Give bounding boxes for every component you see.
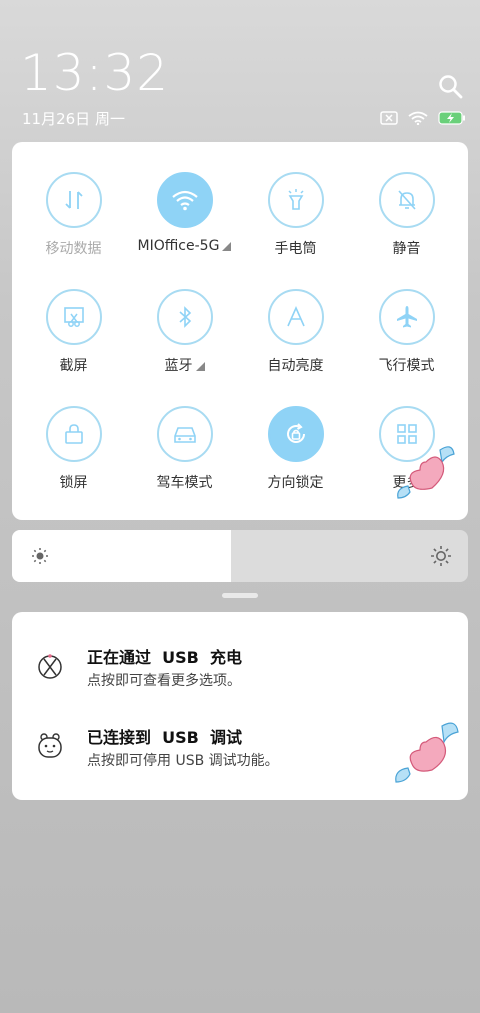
notification-usb-charging[interactable]: 正在通过 USB 充电 点按即可查看更多选项。 [12,644,468,714]
tile-label: 锁屏 [59,475,88,491]
menu-triangle-icon[interactable] [222,242,232,251]
tile-label: 蓝牙 [164,358,193,374]
notification-subtitle: 点按即可查看更多选项。 [87,673,241,689]
tile-rotation-lock[interactable]: 方向锁定 [240,406,351,516]
tile-driving-mode[interactable]: 驾车模式 [129,406,240,516]
flashlight-icon [267,172,324,228]
brightness-slider[interactable] [12,530,468,582]
winged-heart-decoration-icon [390,718,462,792]
clock-time: 13:32 [20,44,170,102]
tile-label: 静音 [392,241,421,257]
tile-label: 截屏 [59,358,88,374]
search-icon[interactable] [438,74,464,100]
tile-label: 驾车模式 [156,475,213,491]
debug-icon [36,732,64,760]
clock-date: 11月26日 周一 [22,110,125,128]
car-icon [156,406,213,462]
tile-bluetooth[interactable]: 蓝牙 [129,289,240,399]
tile-label: 手电筒 [274,241,317,257]
tile-flashlight[interactable]: 手电筒 [240,172,351,282]
tile-lock-screen[interactable]: 锁屏 [18,406,129,516]
tile-wifi[interactable]: MIOffice-5G [129,172,240,282]
tile-silent[interactable]: 静音 [351,172,462,282]
tile-mobile-data[interactable]: 移动数据 [18,172,129,282]
wifi-icon [408,110,428,129]
notification-title: 已连接到 USB 调试 [87,728,242,747]
android-icon [36,652,64,680]
rotation-lock-icon [267,406,324,462]
wifi-icon [156,172,213,228]
tile-label: 方向锁定 [267,475,324,491]
system-icons [380,110,466,129]
winged-heart-decoration-icon [392,440,458,510]
brightness-high-icon [430,545,452,571]
tile-label: MIOffice-5G [137,238,220,254]
tile-auto-brightness[interactable]: 自动亮度 [240,289,351,399]
notification-subtitle: 点按即可停用 USB 调试功能。 [87,753,279,769]
tile-label: 飞行模式 [378,358,435,374]
notification-title: 正在通过 USB 充电 [87,648,242,667]
notification-card: 正在通过 USB 充电 点按即可查看更多选项。 已连接到 USB 调试 点按即可… [12,612,468,800]
bluetooth-icon [156,289,213,345]
menu-triangle-icon[interactable] [195,362,205,371]
sim-off-icon [380,110,398,129]
tile-screenshot[interactable]: 截屏 [18,289,129,399]
battery-charging-icon [438,110,466,129]
status-bar: 13:32 11月26日 周一 [0,0,480,140]
panel-drag-handle[interactable] [222,593,258,598]
brightness-low-icon [30,546,50,570]
lock-icon [45,406,102,462]
quick-settings-panel: 移动数据 MIOffice-5G 手电筒 静音 截屏 蓝牙 自动亮度 飞行模式 … [12,142,468,520]
mobile-data-icon [45,172,102,228]
auto-brightness-icon [267,289,324,345]
tile-label: 移动数据 [45,241,102,257]
bell-off-icon [378,172,435,228]
tile-airplane-mode[interactable]: 飞行模式 [351,289,462,399]
airplane-icon [378,289,435,345]
tile-label: 自动亮度 [267,358,324,374]
screenshot-icon [45,289,102,345]
